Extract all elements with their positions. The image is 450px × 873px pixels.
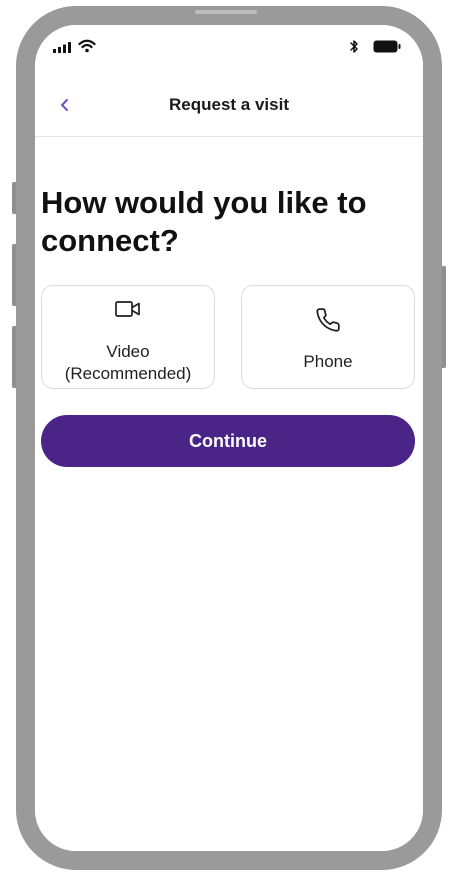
nav-header: Request a visit: [35, 81, 423, 137]
phone-option-button[interactable]: Phone: [241, 285, 415, 389]
continue-button[interactable]: Continue: [41, 415, 415, 467]
connect-heading: How would you like to connect?: [41, 185, 367, 258]
video-option-label: Video (Recommended): [64, 342, 192, 383]
status-bar: [35, 25, 423, 73]
phone-icon: [316, 308, 340, 332]
phone-option-label: Phone: [303, 352, 353, 371]
video-camera-icon: [115, 301, 140, 317]
phone-screen: Request a visit How would you like to co…: [35, 25, 423, 851]
wifi-icon: [78, 39, 96, 53]
page-title: Request a visit: [169, 95, 289, 114]
battery-icon: [373, 40, 401, 53]
cellular-signal-icon: [53, 42, 71, 53]
video-option-button[interactable]: Video (Recommended): [41, 285, 215, 389]
speaker-grille: [195, 10, 257, 14]
bluetooth-icon: [350, 40, 358, 53]
phone-frame: Request a visit How would you like to co…: [16, 6, 442, 870]
